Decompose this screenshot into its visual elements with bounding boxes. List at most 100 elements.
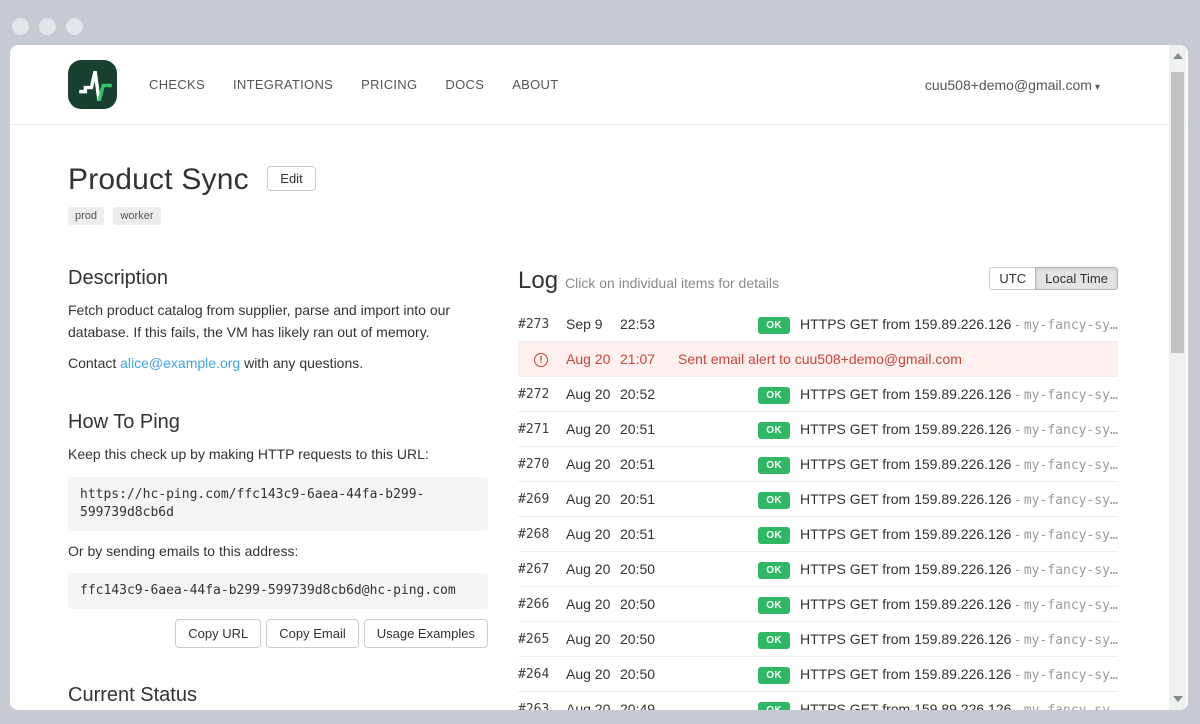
current-status-heading: Current Status <box>68 684 488 707</box>
title-block: Product Sync Edit prod worker <box>68 163 1188 225</box>
log-row[interactable]: #269 Aug 20 20:51 OK HTTPS GET from 159.… <box>518 482 1118 517</box>
copy-email-button[interactable]: Copy Email <box>266 619 358 648</box>
edit-button[interactable]: Edit <box>267 166 315 191</box>
window-dot-minimize[interactable] <box>39 18 56 35</box>
log-row[interactable]: #273 Sep 9 22:53 OK HTTPS GET from 159.8… <box>518 307 1118 342</box>
log-row-event-cell: HTTPS GET from 159.89.226.126 - my-fancy… <box>790 526 1118 543</box>
log-row-event: HTTPS GET from 159.89.226.126 <box>800 561 1011 577</box>
log-row-number: #269 <box>518 492 566 507</box>
log-row-slug: my-fancy-sy… <box>1024 458 1118 473</box>
log-row-separator: - <box>1011 526 1023 542</box>
log-row-number: #273 <box>518 317 566 332</box>
ok-badge: OK <box>758 387 790 404</box>
log-row-time: 22:53 <box>620 316 678 332</box>
log-row-separator: - <box>1011 596 1023 612</box>
scrollbar-thumb[interactable] <box>1171 72 1184 353</box>
log-row-number: #264 <box>518 667 566 682</box>
log-row[interactable]: #271 Aug 20 20:51 OK HTTPS GET from 159.… <box>518 412 1118 447</box>
log-panel: LogClick on individual items for details… <box>518 267 1118 710</box>
log-row-date: Aug 20 <box>566 631 620 647</box>
log-row-event-cell: HTTPS GET from 159.89.226.126 - my-fancy… <box>790 666 1118 683</box>
log-row[interactable]: #268 Aug 20 20:51 OK HTTPS GET from 159.… <box>518 517 1118 552</box>
log-row-date: Aug 20 <box>566 456 620 472</box>
ok-badge: OK <box>758 597 790 614</box>
ok-badge: OK <box>758 702 790 711</box>
log-row-number: #266 <box>518 597 566 612</box>
log-row-date: Aug 20 <box>566 491 620 507</box>
ok-badge: OK <box>758 457 790 474</box>
log-row-event-cell: HTTPS GET from 159.89.226.126 - my-fancy… <box>790 491 1118 508</box>
nav-item-pricing[interactable]: PRICING <box>347 77 431 92</box>
log-row-event: HTTPS GET from 159.89.226.126 <box>800 421 1011 437</box>
log-row[interactable]: #272 Aug 20 20:52 OK HTTPS GET from 159.… <box>518 377 1118 412</box>
log-row-date: Aug 20 <box>566 561 620 577</box>
log-row-time: 20:51 <box>620 421 678 437</box>
tag-list: prod worker <box>68 206 1188 225</box>
description-heading: Description <box>68 267 488 290</box>
scrollbar-up-arrow-icon[interactable] <box>1173 53 1183 59</box>
navbar: CHECKS INTEGRATIONS PRICING DOCS ABOUT c… <box>10 45 1188 125</box>
log-row-alert[interactable]: ! Aug 20 21:07 Sent email alert to cuu50… <box>518 342 1118 377</box>
ok-badge: OK <box>758 632 790 649</box>
log-row-time: 20:49 <box>620 701 678 710</box>
nav-item-integrations[interactable]: INTEGRATIONS <box>219 77 347 92</box>
page-content: Product Sync Edit prod worker Descriptio… <box>10 125 1188 710</box>
log-row-event-cell: HTTPS GET from 159.89.226.126 - my-fancy… <box>790 701 1118 711</box>
copy-url-button[interactable]: Copy URL <box>175 619 261 648</box>
log-row-time: 20:50 <box>620 561 678 577</box>
nav-item-docs[interactable]: DOCS <box>431 77 498 92</box>
log-row[interactable]: #270 Aug 20 20:51 OK HTTPS GET from 159.… <box>518 447 1118 482</box>
log-header: LogClick on individual items for details… <box>518 267 1118 300</box>
log-row-date: Aug 20 <box>566 421 620 437</box>
ping-email-code: ffc143c9-6aea-44fa-b299-599739d8cb6d@hc-… <box>68 573 488 609</box>
log-row[interactable]: #263 Aug 20 20:49 OK HTTPS GET from 159.… <box>518 692 1118 710</box>
window-dot-close[interactable] <box>12 18 29 35</box>
log-row-event-cell: HTTPS GET from 159.89.226.126 - my-fancy… <box>790 386 1118 403</box>
contact-email-link[interactable]: alice@example.org <box>120 355 240 371</box>
scrollbar[interactable] <box>1169 45 1186 710</box>
log-row-event: HTTPS GET from 159.89.226.126 <box>800 316 1011 332</box>
log-row-slug: my-fancy-sy… <box>1024 668 1118 683</box>
log-row[interactable]: #265 Aug 20 20:50 OK HTTPS GET from 159.… <box>518 622 1118 657</box>
ok-badge: OK <box>758 317 790 334</box>
log-row-separator: - <box>1011 421 1023 437</box>
utc-toggle-button[interactable]: UTC <box>989 267 1035 290</box>
log-row-slug: my-fancy-sy… <box>1024 703 1118 711</box>
ping-email-instruction: Or by sending emails to this address: <box>68 541 488 563</box>
log-row-date: Aug 20 <box>566 526 620 542</box>
log-row-time: 20:51 <box>620 526 678 542</box>
window-dot-maximize[interactable] <box>66 18 83 35</box>
log-row-date: Aug 20 <box>566 701 620 710</box>
ok-badge: OK <box>758 667 790 684</box>
log-row-date: Aug 20 <box>566 351 620 367</box>
log-row-event: HTTPS GET from 159.89.226.126 <box>800 456 1011 472</box>
ok-badge: OK <box>758 492 790 509</box>
log-row[interactable]: #266 Aug 20 20:50 OK HTTPS GET from 159.… <box>518 587 1118 622</box>
log-row-number: #267 <box>518 562 566 577</box>
nav-item-about[interactable]: ABOUT <box>498 77 572 92</box>
log-row-separator: - <box>1011 316 1023 332</box>
log-row-slug: my-fancy-sy… <box>1024 633 1118 648</box>
log-row-event: HTTPS GET from 159.89.226.126 <box>800 386 1011 402</box>
ok-badge: OK <box>758 527 790 544</box>
scrollbar-down-arrow-icon[interactable] <box>1173 696 1183 702</box>
ok-badge: OK <box>758 422 790 439</box>
log-row-time: 20:51 <box>620 456 678 472</box>
nav-item-checks[interactable]: CHECKS <box>135 77 219 92</box>
log-row-time: 20:50 <box>620 596 678 612</box>
log-row-date: Aug 20 <box>566 386 620 402</box>
usage-examples-button[interactable]: Usage Examples <box>364 619 488 648</box>
log-row-event: HTTPS GET from 159.89.226.126 <box>800 491 1011 507</box>
log-row-date: Aug 20 <box>566 596 620 612</box>
contact-prefix: Contact <box>68 355 120 371</box>
log-row-event-cell: HTTPS GET from 159.89.226.126 - my-fancy… <box>790 456 1118 473</box>
account-dropdown[interactable]: cuu508+demo@gmail.com▾ <box>925 77 1100 93</box>
ping-url-instruction: Keep this check up by making HTTP reques… <box>68 444 488 466</box>
log-row[interactable]: #264 Aug 20 20:50 OK HTTPS GET from 159.… <box>518 657 1118 692</box>
log-row-slug: my-fancy-sy… <box>1024 493 1118 508</box>
log-row-time: 20:50 <box>620 666 678 682</box>
contact-suffix: with any questions. <box>240 355 363 371</box>
local-time-toggle-button[interactable]: Local Time <box>1035 267 1118 290</box>
healthchecks-logo-icon[interactable] <box>68 60 117 109</box>
log-row[interactable]: #267 Aug 20 20:50 OK HTTPS GET from 159.… <box>518 552 1118 587</box>
